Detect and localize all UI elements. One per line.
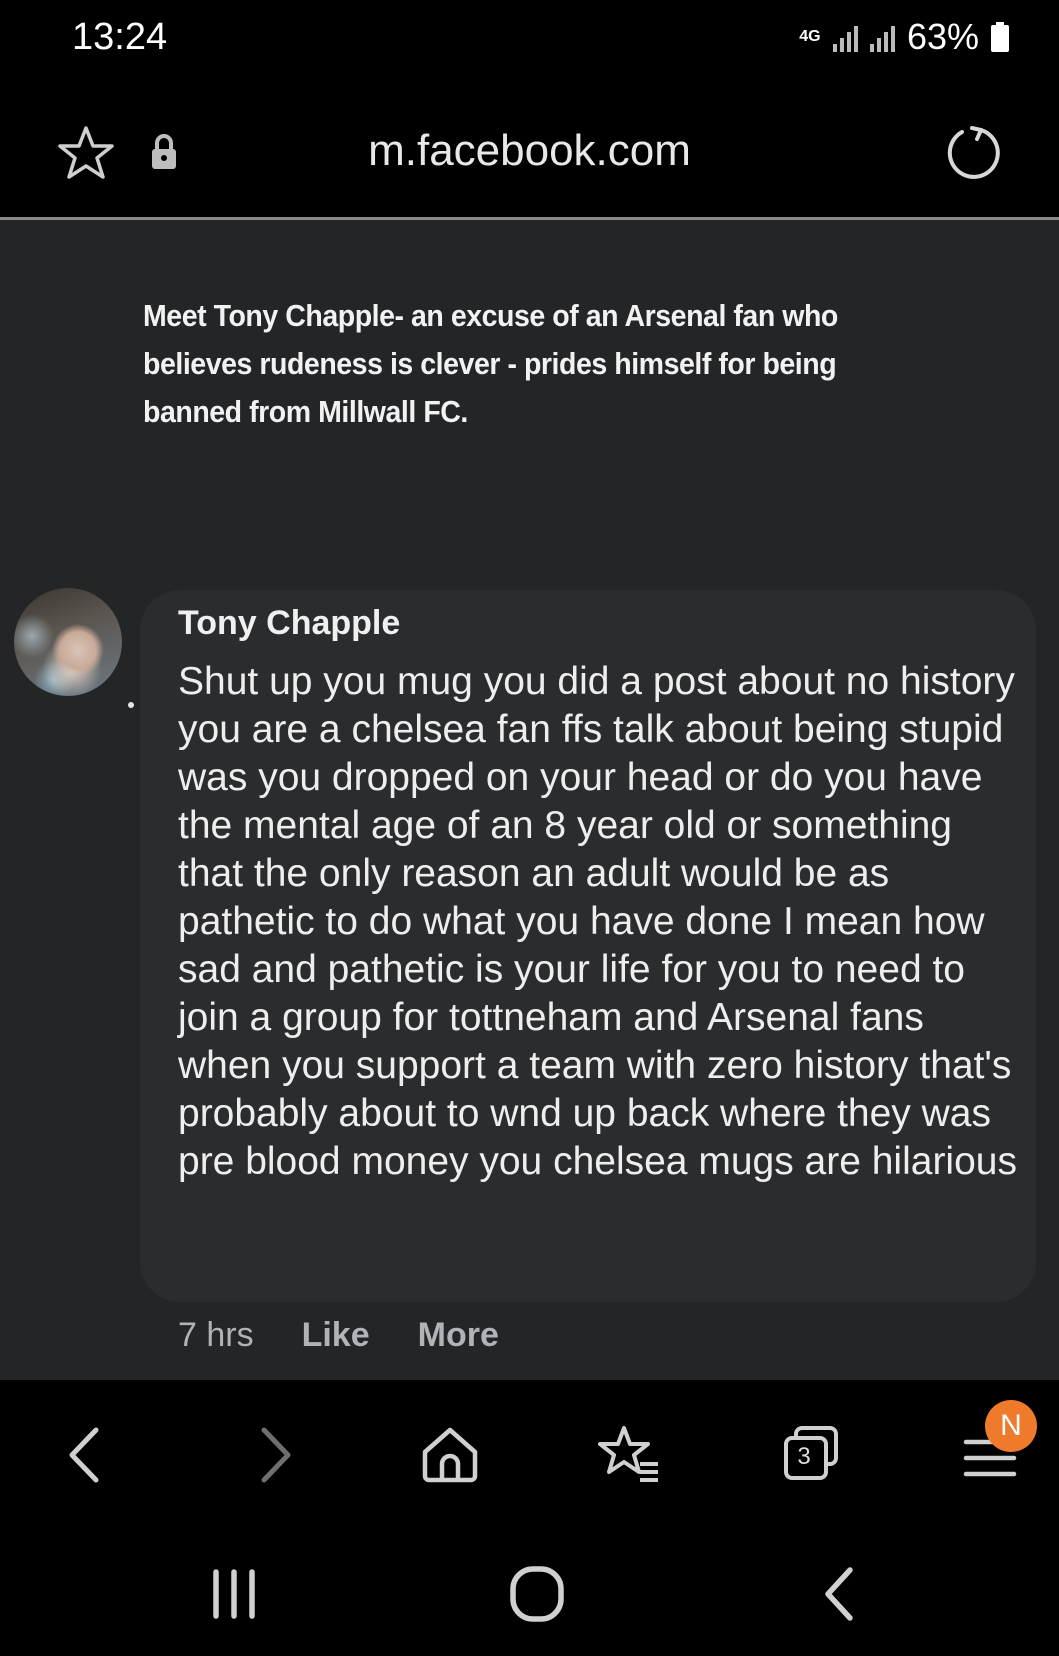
post-caption: Meet Tony Chapple- an excuse of an Arsen…: [143, 298, 838, 429]
tab-count: 3: [797, 1443, 811, 1470]
notification-badge: N: [985, 1400, 1037, 1452]
reload-icon[interactable]: [944, 122, 1004, 182]
signal-icon-2: [869, 22, 895, 52]
signal-icon: [832, 22, 858, 52]
more-button[interactable]: More: [418, 1316, 499, 1355]
home-system-icon[interactable]: [502, 1564, 572, 1624]
comment-actions: 7 hrs Like More: [178, 1316, 499, 1355]
battery-icon: [991, 22, 1009, 52]
like-button[interactable]: Like: [302, 1316, 370, 1355]
status-bar: 13:24 4G 63%: [0, 0, 1059, 80]
comment-author[interactable]: Tony Chapple: [178, 604, 400, 643]
tabs-button[interactable]: 3: [776, 1420, 846, 1490]
recents-icon[interactable]: [200, 1564, 270, 1624]
url-text[interactable]: m.facebook.com: [0, 126, 1059, 176]
home-icon[interactable]: [415, 1420, 485, 1490]
bookmarks-icon[interactable]: [594, 1420, 664, 1490]
browser-toolbar: 3: [0, 1380, 1059, 1520]
presence-dot: [128, 702, 134, 708]
back-system-icon[interactable]: [806, 1564, 876, 1624]
network-type: 4G: [799, 28, 821, 45]
system-navigation-bar: [0, 1520, 1059, 1656]
forward-icon[interactable]: [238, 1420, 308, 1490]
battery-percent: 63%: [906, 16, 979, 57]
status-indicators: 4G 63%: [799, 16, 1009, 58]
browser-address-bar: m.facebook.com: [0, 80, 1059, 220]
avatar[interactable]: [14, 588, 122, 696]
back-icon[interactable]: [52, 1420, 122, 1490]
comment-time[interactable]: 7 hrs: [178, 1316, 254, 1355]
status-time: 13:24: [72, 16, 168, 58]
comment-text: Shut up you mug you did a post about no …: [178, 660, 1017, 1183]
